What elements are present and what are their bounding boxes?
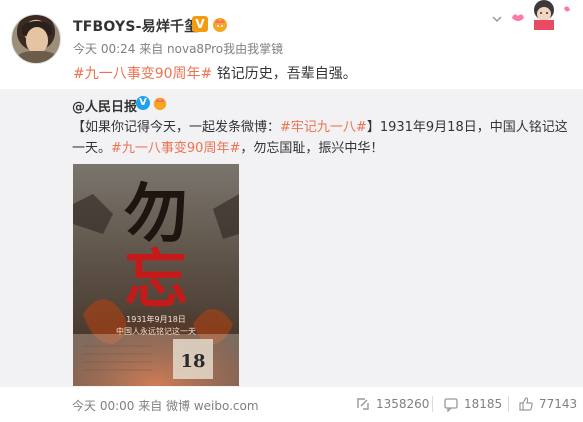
hashtag-link[interactable]: #九一八事变90周年# [111,141,240,156]
header-decoration-image [512,0,570,30]
hashtag-link[interactable]: #九一八事变90周年# [73,66,212,82]
repost-count: 1358260 [376,397,430,411]
blue-verified-icon [136,96,150,110]
like-button[interactable]: 77143 [518,395,578,413]
poster-char-top: 勿 [124,177,188,252]
chevron-down-icon[interactable] [490,12,504,26]
crown-icon [153,97,167,111]
repost-icon [357,398,369,410]
original-post-text: 【如果你记得今天，一起发条微博：#牢记九一八#】1931年9月18日，中国人铭记… [72,120,568,156]
verified-v-icon: V [192,16,208,32]
avatar[interactable] [11,14,61,64]
comment-button[interactable]: 18185 [443,395,503,413]
post-meta: 今天 00:24 来自 nova8Pro我由我掌镜 [73,42,284,56]
poster-subtitle: 中国人永远铭记这一天 [116,326,196,336]
crown-icon [213,18,227,32]
divider [432,396,433,412]
like-count: 77143 [539,397,578,411]
hashtag-link[interactable]: #牢记九一八# [280,120,367,135]
poster-image[interactable]: 18 勿 忘 1931年9月18日 中国人永远铭记这一天 [73,164,239,386]
repost-meta: 今天 00:00 来自 微博 weibo.com [72,399,259,413]
divider [508,396,509,412]
post-text: #九一八事变90周年# 铭记历史，吾辈自强。 [73,63,357,83]
original-author[interactable]: @人民日报 [72,96,137,115]
comment-count: 18185 [464,397,503,411]
username[interactable]: TFBOYS-易烊千玺 [73,16,198,36]
poster-calendar-number: 18 [180,351,205,372]
poster-date: 1931年9月18日 [126,314,186,324]
poster-char-bottom: 忘 [124,243,188,318]
weibo-card: TFBOYS-易烊千玺 V 今天 00:24 来自 nova8Pro我由我掌镜 … [0,0,583,422]
like-icon [519,397,533,411]
post-body: 铭记历史，吾辈自强。 [212,66,357,82]
comment-icon [444,398,458,412]
